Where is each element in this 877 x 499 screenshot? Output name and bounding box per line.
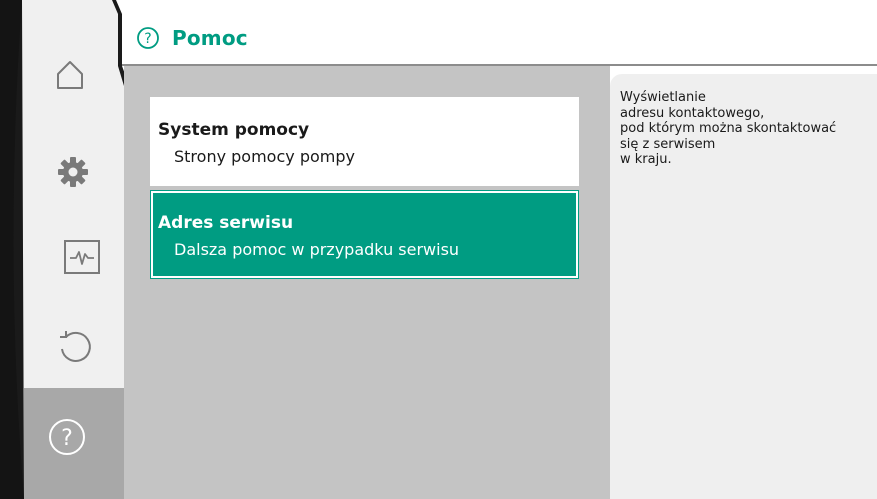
help-text: Wyświetlanie adresu kontaktowego, pod kt…: [620, 90, 837, 168]
help-circle-icon: ?: [137, 27, 159, 49]
menu-item-adres-serwisu[interactable]: Adres serwisu Dalsza pomoc w przypadku s…: [150, 190, 579, 279]
sidebar-help-icon[interactable]: ?: [47, 417, 87, 457]
home-icon[interactable]: [50, 55, 90, 95]
menu-item-system-pomocy[interactable]: System pomocy Strony pomocy pompy: [150, 97, 579, 186]
pump-display: ? ? Pomoc System pomocy Strony pomocy po…: [0, 0, 877, 499]
page-header: ? Pomoc: [124, 12, 877, 64]
restore-icon[interactable]: [54, 326, 94, 366]
menu-item-sublabel: Dalsza pomoc w przypadku serwisu: [174, 240, 460, 259]
svg-text:?: ?: [61, 426, 73, 451]
menu-item-sublabel: Strony pomocy pompy: [174, 147, 355, 166]
menu-item-label: System pomocy: [158, 120, 310, 140]
svg-text:?: ?: [144, 31, 151, 47]
diagnostics-pulse-icon[interactable]: [62, 237, 102, 277]
menu-item-label: Adres serwisu: [158, 213, 294, 233]
help-panel: Wyświetlanie adresu kontaktowego, pod kt…: [610, 74, 877, 499]
settings-gear-icon[interactable]: [53, 152, 93, 192]
page-title: Pomoc: [172, 26, 248, 50]
